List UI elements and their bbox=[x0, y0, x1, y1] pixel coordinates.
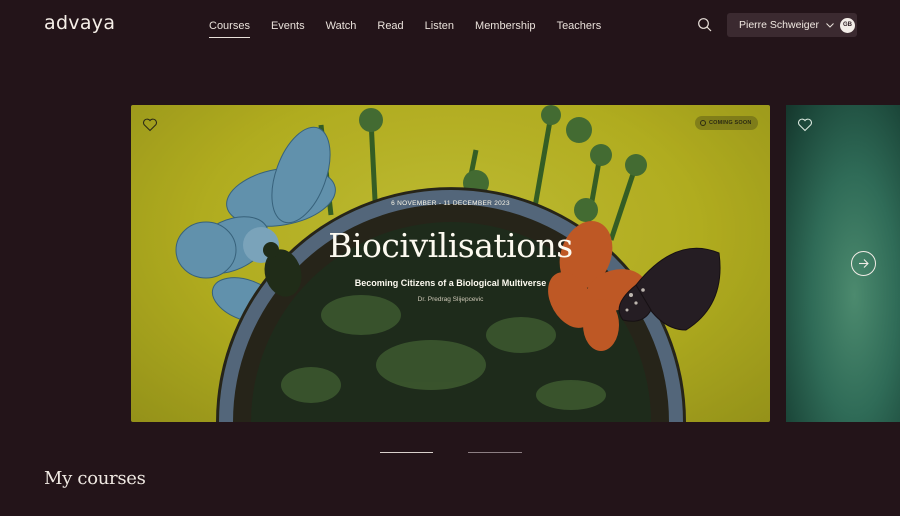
carousel-indicator-1[interactable] bbox=[380, 452, 433, 453]
course-teacher: Dr. Predrag Slijepcevic bbox=[417, 296, 484, 303]
advaya-logo[interactable]: advaya bbox=[44, 12, 115, 34]
user-menu-button[interactable]: Pierre Schweiger GB bbox=[727, 13, 857, 37]
nav-courses[interactable]: Courses bbox=[209, 20, 250, 38]
avatar: GB bbox=[839, 17, 855, 33]
user-name: Pierre Schweiger bbox=[739, 19, 819, 31]
course-subtitle: Becoming Citizens of a Biological Multiv… bbox=[354, 278, 547, 288]
nav-watch[interactable]: Watch bbox=[326, 20, 357, 32]
nav-events[interactable]: Events bbox=[271, 20, 305, 32]
main-nav: Courses Events Watch Read Listen Members… bbox=[209, 20, 622, 38]
next-course-card[interactable] bbox=[786, 105, 900, 422]
nav-listen[interactable]: Listen bbox=[425, 20, 454, 32]
chevron-down-icon bbox=[826, 23, 834, 28]
arrow-right-icon bbox=[859, 259, 869, 268]
nav-read[interactable]: Read bbox=[377, 20, 403, 32]
carousel-next-button[interactable] bbox=[851, 251, 876, 276]
course-title[interactable]: Biocivilisations bbox=[131, 226, 770, 265]
course-dates: 6 NOVEMBER - 11 DECEMBER 2023 bbox=[391, 200, 510, 207]
top-navigation-bar: advaya Courses Events Watch Read Listen … bbox=[0, 0, 900, 52]
carousel-indicator-2[interactable] bbox=[468, 452, 522, 453]
favorite-heart-icon[interactable] bbox=[142, 117, 158, 132]
clock-icon bbox=[700, 120, 706, 126]
badge-label: COMING SOON bbox=[709, 120, 752, 126]
featured-course-card[interactable]: COMING SOON 6 NOVEMBER - 11 DECEMBER 202… bbox=[131, 105, 770, 422]
favorite-heart-icon[interactable] bbox=[797, 117, 813, 132]
nav-membership[interactable]: Membership bbox=[475, 20, 536, 32]
search-icon[interactable] bbox=[697, 17, 713, 33]
my-courses-heading: My courses bbox=[44, 468, 146, 489]
coming-soon-badge: COMING SOON bbox=[695, 116, 758, 130]
nav-teachers[interactable]: Teachers bbox=[557, 20, 602, 32]
